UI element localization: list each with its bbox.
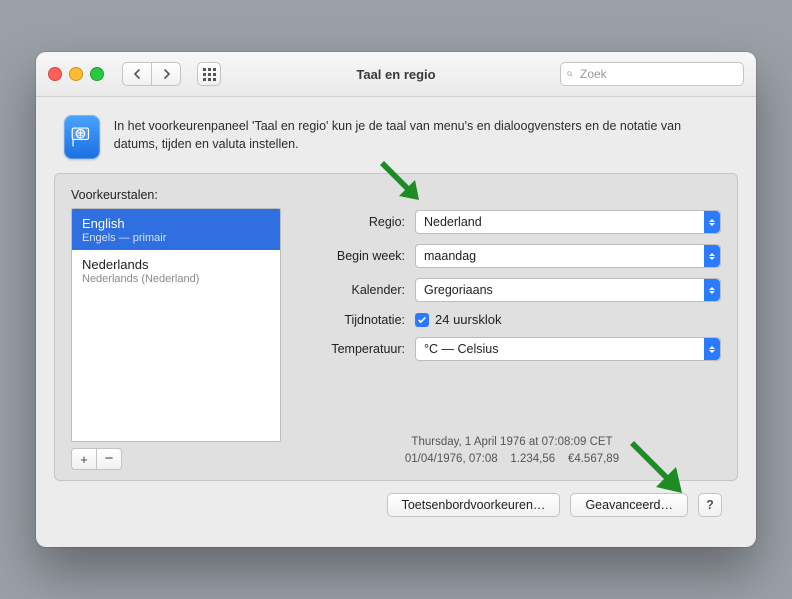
languages-label: Voorkeurstalen: (71, 188, 281, 202)
minimize-window-button[interactable] (69, 67, 83, 81)
first-day-select[interactable]: maandag (415, 244, 721, 268)
globe-flag-icon (69, 124, 95, 150)
intro-row: In het voorkeurenpaneel 'Taal en regio' … (54, 111, 738, 173)
window: Taal en regio In het voorkeurenpaneel 'T… (36, 52, 756, 547)
footer: Toetsenbordvoorkeuren… Geavanceerd… ? (54, 481, 738, 533)
back-button[interactable] (122, 62, 152, 86)
row-calendar: Kalender: Gregoriaans (303, 278, 721, 302)
region-value: Nederland (424, 215, 482, 229)
time-format-value: 24 uursklok (435, 312, 501, 327)
language-name: English (82, 216, 270, 231)
chevron-right-icon (162, 69, 171, 79)
remove-language-button[interactable]: − (97, 448, 122, 470)
chevron-left-icon (133, 69, 142, 79)
search-input[interactable] (578, 66, 737, 82)
window-controls (48, 67, 104, 81)
advanced-button[interactable]: Geavanceerd… (570, 493, 688, 517)
languages-add-remove: + − (71, 448, 281, 470)
stepper-icon (704, 245, 720, 267)
prefpane-icon (64, 115, 100, 159)
settings-panel: Voorkeurstalen: English Engels — primair… (54, 173, 738, 481)
region-settings-column: Regio: Nederland Begin week: maandag Kal… (303, 188, 721, 470)
keyboard-preferences-button[interactable]: Toetsenbordvoorkeuren… (387, 493, 561, 517)
forward-button[interactable] (152, 62, 181, 86)
format-sample-line1: Thursday, 1 April 1976 at 07:08:09 CET (303, 434, 721, 451)
languages-column: Voorkeurstalen: English Engels — primair… (71, 188, 281, 470)
row-temperature: Temperatuur: °C — Celsius (303, 337, 721, 361)
add-language-button[interactable]: + (71, 448, 97, 470)
calendar-value: Gregoriaans (424, 283, 493, 297)
row-region: Regio: Nederland (303, 210, 721, 234)
window-body: In het voorkeurenpaneel 'Taal en regio' … (36, 97, 756, 547)
toolbar: Taal en regio (36, 52, 756, 97)
zoom-window-button[interactable] (90, 67, 104, 81)
language-name: Nederlands (82, 257, 270, 272)
search-icon (567, 68, 573, 80)
region-label: Regio: (303, 215, 405, 229)
intro-text: In het voorkeurenpaneel 'Taal en regio' … (114, 117, 728, 159)
time-format-checkbox[interactable]: 24 uursklok (415, 312, 501, 327)
first-day-label: Begin week: (303, 249, 405, 263)
nav-button-group (122, 62, 181, 86)
grid-icon (203, 68, 216, 81)
calendar-label: Kalender: (303, 283, 405, 297)
language-sub: Engels — primair (82, 232, 270, 244)
region-select[interactable]: Nederland (415, 210, 721, 234)
temperature-value: °C — Celsius (424, 342, 498, 356)
languages-list[interactable]: English Engels — primair Nederlands Nede… (71, 208, 281, 442)
first-day-value: maandag (424, 249, 476, 263)
temperature-label: Temperatuur: (303, 342, 405, 356)
language-item-nederlands[interactable]: Nederlands Nederlands (Nederland) (72, 250, 280, 291)
close-window-button[interactable] (48, 67, 62, 81)
checkbox-checked-icon (415, 313, 429, 327)
row-first-day: Begin week: maandag (303, 244, 721, 268)
language-sub: Nederlands (Nederland) (82, 273, 270, 285)
calendar-select[interactable]: Gregoriaans (415, 278, 721, 302)
stepper-icon (704, 211, 720, 233)
temperature-select[interactable]: °C — Celsius (415, 337, 721, 361)
show-all-button[interactable] (197, 62, 221, 86)
stepper-icon (704, 338, 720, 360)
row-time-format: Tijdnotatie: 24 uursklok (303, 312, 721, 327)
language-item-english[interactable]: English Engels — primair (72, 209, 280, 250)
stepper-icon (704, 279, 720, 301)
format-sample-line2: 01/04/1976, 07:08 1.234,56 €4.567,89 (303, 451, 721, 468)
time-format-label: Tijdnotatie: (303, 313, 405, 327)
search-field[interactable] (560, 62, 744, 86)
help-button[interactable]: ? (698, 493, 722, 517)
format-sample: Thursday, 1 April 1976 at 07:08:09 CET 0… (303, 434, 721, 471)
